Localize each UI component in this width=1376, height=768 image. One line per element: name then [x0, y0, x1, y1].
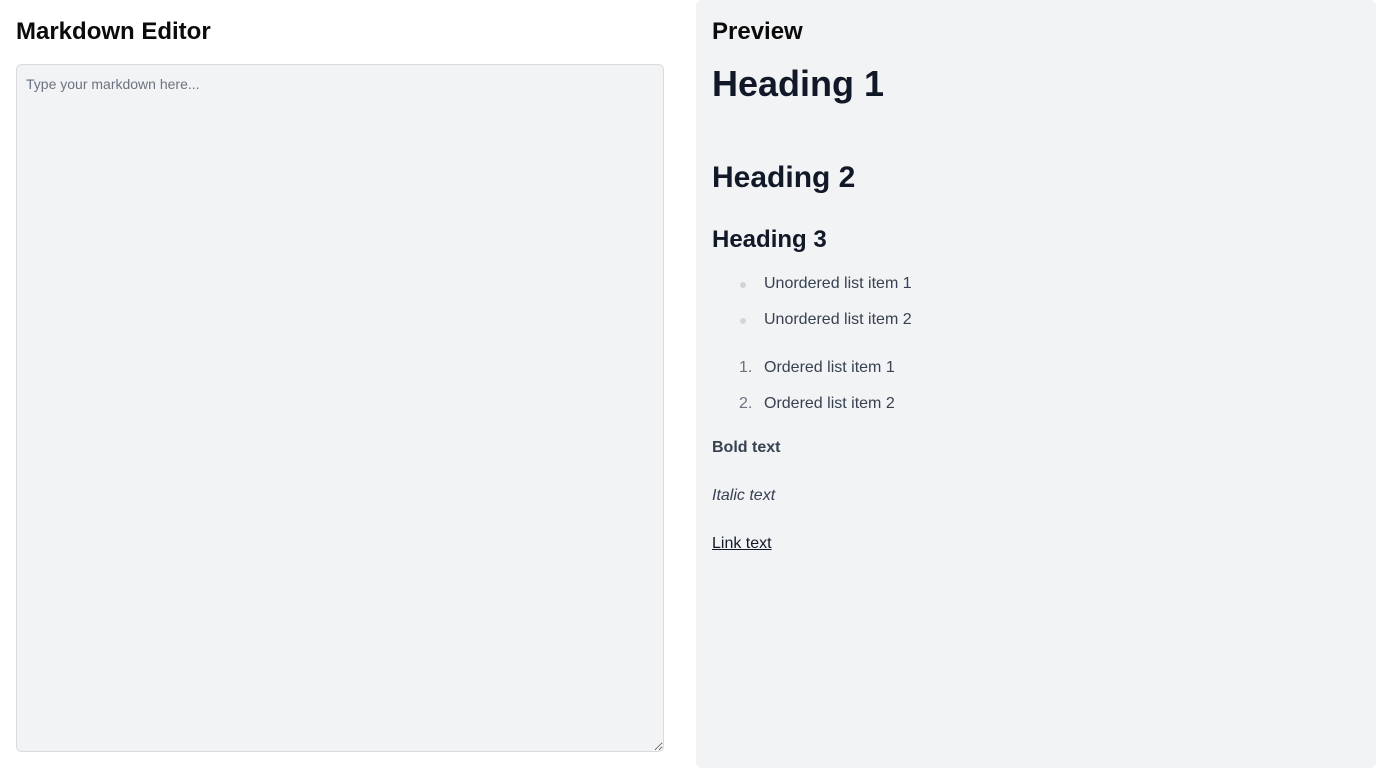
list-item: 1. Ordered list item 1 [712, 354, 1360, 382]
list-number: 2. [739, 395, 753, 412]
list-item: 2. Ordered list item 2 [712, 390, 1360, 418]
list-item-text: Ordered list item 2 [764, 395, 895, 412]
preview-unordered-list: Unordered list item 1 Unordered list ite… [712, 270, 1360, 334]
preview-link[interactable]: Link text [712, 535, 772, 552]
editor-panel: Markdown Editor [0, 0, 680, 768]
list-item-text: Unordered list item 2 [764, 311, 912, 328]
preview-panel: Preview Heading 1 Heading 2 Heading 3 Un… [696, 0, 1376, 768]
preview-title: Preview [712, 18, 803, 45]
list-number: 1. [739, 359, 753, 376]
preview-heading-3: Heading 3 [712, 226, 827, 253]
list-item-text: Ordered list item 1 [764, 359, 895, 376]
preview-heading-1: Heading 1 [712, 63, 885, 104]
app-layout: Markdown Editor Preview Heading 1 Headin… [0, 0, 1376, 768]
list-item-text: Unordered list item 1 [764, 275, 912, 292]
editor-title: Markdown Editor [16, 18, 211, 45]
preview-bold-paragraph: Bold text [712, 434, 1360, 462]
preview-heading-2: Heading 2 [712, 161, 856, 194]
preview-ordered-list: 1. Ordered list item 1 2. Ordered list i… [712, 354, 1360, 418]
list-item: Unordered list item 2 [712, 306, 1360, 334]
preview-link-paragraph: Link text [712, 530, 1360, 558]
markdown-input[interactable] [16, 64, 664, 752]
bullet-icon [740, 318, 746, 324]
italic-text: Italic text [712, 487, 776, 504]
preview-italic-paragraph: Italic text [712, 482, 1360, 510]
bold-text: Bold text [712, 439, 781, 456]
bullet-icon [740, 282, 746, 288]
list-item: Unordered list item 1 [712, 270, 1360, 298]
